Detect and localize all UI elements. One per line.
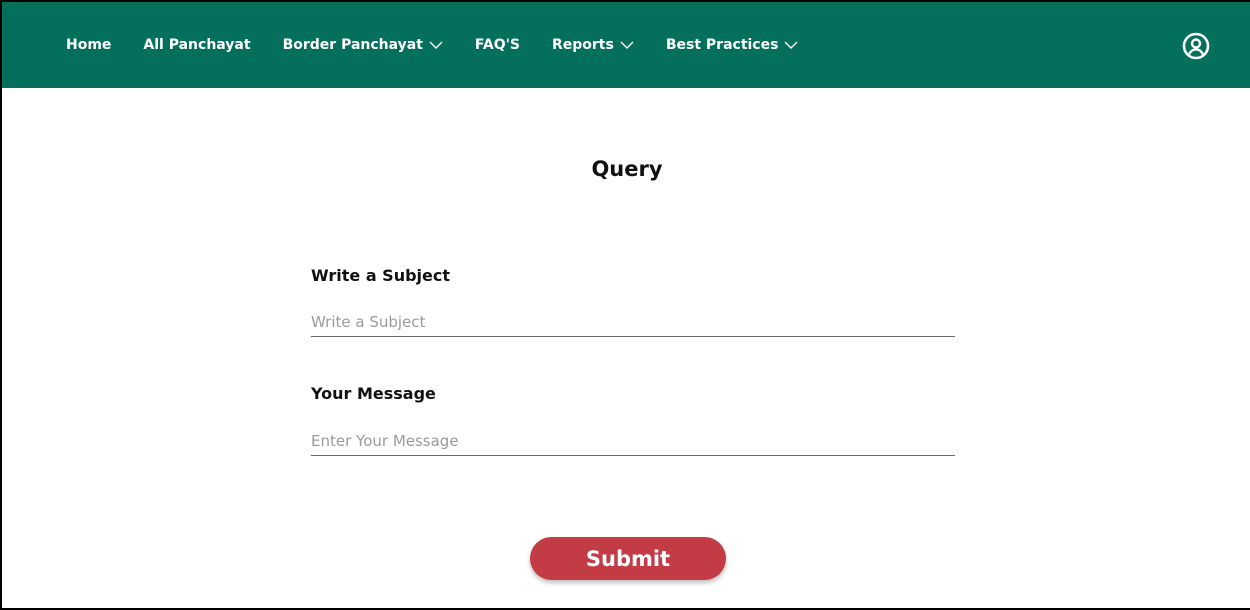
message-input[interactable]	[311, 426, 955, 456]
page-title: Query	[591, 157, 663, 181]
nav-item-best-practices[interactable]: Best Practices	[666, 37, 799, 53]
nav-item-all-panchayat[interactable]: All Panchayat	[143, 37, 250, 53]
subject-input[interactable]	[311, 307, 955, 337]
nav-item-label: Best Practices	[665, 37, 779, 53]
chevron-down-icon	[620, 41, 634, 49]
chevron-down-icon	[429, 41, 443, 49]
nav-item-home[interactable]: Home	[66, 37, 111, 53]
nav-item-label: Reports	[551, 37, 614, 53]
nav-item-faqs[interactable]: FAQ'S	[475, 37, 520, 53]
nav-item-reports[interactable]: Reports	[552, 37, 634, 53]
subject-label: Write a Subject	[311, 266, 451, 285]
nav-item-label: All Panchayat	[143, 37, 251, 53]
submit-button[interactable]: Submit	[530, 537, 726, 580]
nav-item-label: Home	[66, 37, 112, 53]
chevron-down-icon	[784, 41, 798, 49]
nav-item-label: FAQ'S	[474, 37, 520, 53]
message-label: Your Message	[311, 384, 436, 403]
user-circle-icon[interactable]	[1182, 32, 1210, 60]
nav-item-border-panchayat[interactable]: Border Panchayat	[283, 37, 443, 53]
page-frame: Home All Panchayat Border Panchayat FAQ'…	[0, 0, 1250, 610]
nav-menu: Home All Panchayat Border Panchayat FAQ'…	[66, 2, 830, 88]
nav-item-label: Border Panchayat	[282, 37, 423, 53]
top-navbar: Home All Panchayat Border Panchayat FAQ'…	[2, 2, 1250, 88]
